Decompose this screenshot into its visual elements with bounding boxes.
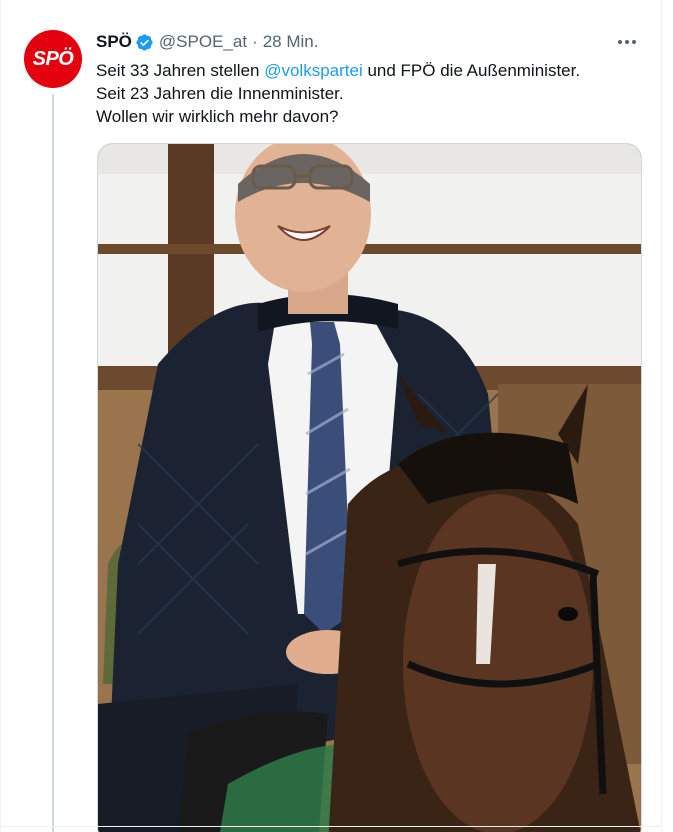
- tweet-text-line-1: Seit 33 Jahren stellen @volkspartei und …: [96, 59, 656, 82]
- tweet-text: Seit 33 Jahren stellen @volkspartei und …: [96, 59, 656, 128]
- tweet-text-segment: und FPÖ die Außenminister.: [362, 61, 581, 80]
- author-name[interactable]: SPÖ: [96, 32, 132, 52]
- photo-man-on-horse: [98, 144, 641, 832]
- tweet-timestamp[interactable]: 28 Min.: [263, 32, 319, 52]
- thread-line: [52, 94, 54, 832]
- author-handle[interactable]: @SPOE_at: [159, 32, 247, 52]
- verified-badge-icon: [136, 33, 153, 51]
- separator-dot: ·: [252, 32, 258, 51]
- tweet-photo[interactable]: [97, 143, 642, 832]
- tweet-header: SPÖ @SPOE_at · 28 Min.: [96, 31, 318, 53]
- mention-link[interactable]: @volkspartei: [264, 61, 363, 80]
- divider: [0, 826, 662, 827]
- more-options-icon[interactable]: [612, 30, 642, 54]
- avatar-logo-text: SPÖ: [32, 47, 74, 70]
- tweet-text-line-3: Wollen wir wirklich mehr davon?: [96, 107, 339, 126]
- tweet-text-segment: Seit 33 Jahren stellen: [96, 61, 265, 80]
- tweet-text-line-2: Seit 23 Jahren die Innenminister.: [96, 84, 344, 103]
- avatar[interactable]: SPÖ: [24, 30, 82, 88]
